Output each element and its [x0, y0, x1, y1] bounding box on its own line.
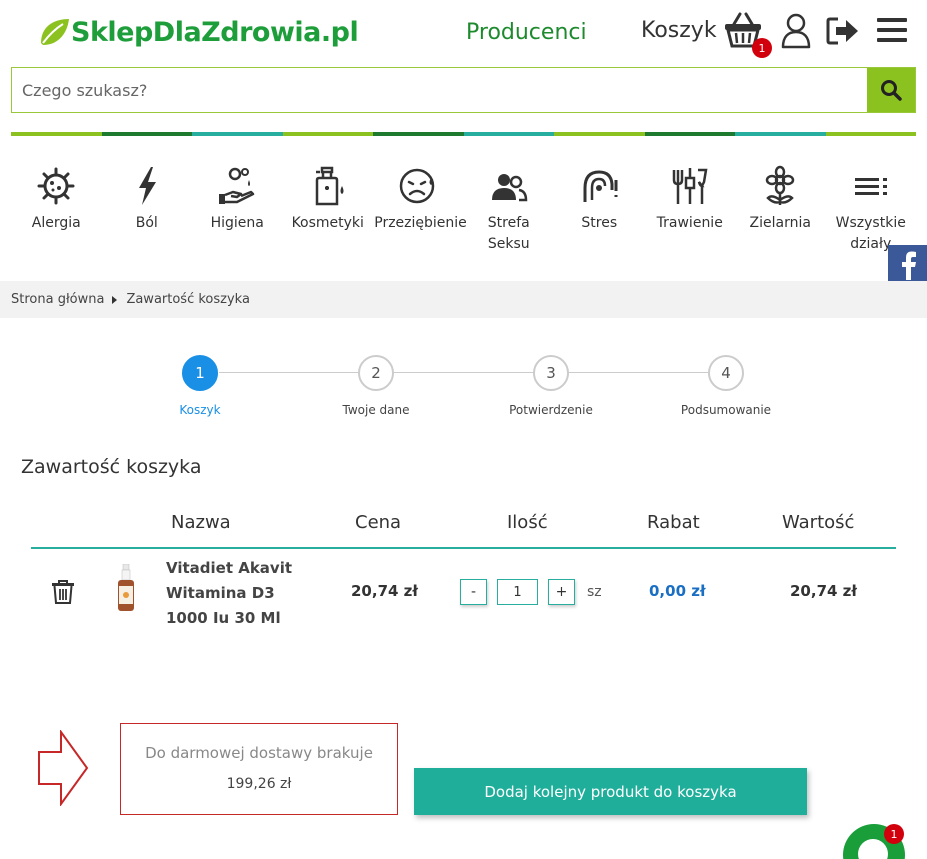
- free-delivery-box: Do darmowej dostawy brakuje 199,26 zł: [120, 723, 398, 815]
- stripe-segment: [101, 132, 192, 136]
- logout-icon[interactable]: [826, 16, 860, 46]
- stripe-segment: [192, 132, 283, 136]
- cart-link-label[interactable]: Koszyk: [641, 18, 717, 43]
- product-price: 20,74 zł: [351, 582, 418, 600]
- breadcrumb-separator-icon: [112, 295, 118, 304]
- product-thumbnail[interactable]: [116, 564, 136, 612]
- category-label: Kosmetyki: [291, 215, 364, 231]
- category-zielarnia[interactable]: Zielarnia: [735, 164, 826, 255]
- stripe-segment: [825, 132, 916, 136]
- category-kosmetyki[interactable]: Kosmetyki: [283, 164, 374, 255]
- facebook-button[interactable]: [888, 245, 927, 285]
- chat-unread-badge: 1: [884, 824, 904, 844]
- column-header-price: Cena: [355, 512, 402, 533]
- breadcrumb: Strona główna Zawartość koszyka: [0, 281, 927, 318]
- trash-icon[interactable]: [52, 580, 74, 604]
- category-label: Strefa Seksu: [487, 215, 530, 252]
- category-nav: Alergia Ból Higiena Kosmetyki Przeziębie…: [11, 164, 916, 255]
- stripe-segment: [463, 132, 554, 136]
- category-trawienie[interactable]: Trawienie: [645, 164, 736, 255]
- category-wszystkie[interactable]: Wszystkie działy: [826, 164, 917, 255]
- category-label: Higiena: [210, 215, 264, 231]
- step-4-circle: 4: [708, 355, 744, 391]
- step-3-label: Potwierdzenie: [509, 403, 593, 417]
- category-higiena[interactable]: Higiena: [192, 164, 283, 255]
- stripe-segment: [11, 132, 102, 136]
- step-4-label: Podsumowanie: [680, 403, 772, 417]
- arrow-right-icon: [38, 730, 89, 806]
- qty-increment-button[interactable]: +: [548, 579, 575, 605]
- step-3-circle: 3: [533, 355, 569, 391]
- list-icon: [854, 178, 887, 195]
- category-label: Zielarnia: [749, 215, 811, 231]
- color-stripe: [11, 132, 916, 136]
- column-header-discount: Rabat: [647, 512, 700, 533]
- producers-link[interactable]: Producenci: [466, 20, 587, 45]
- table-header-divider: [31, 547, 896, 549]
- search-bar: [11, 67, 916, 113]
- qty-input[interactable]: 1: [497, 579, 538, 605]
- stripe-segment: [373, 132, 464, 136]
- column-header-value: Wartość: [782, 512, 855, 533]
- cart-title: Zawartość koszyka: [21, 456, 202, 478]
- category-strefa-seksu[interactable]: Strefa Seksu: [464, 164, 555, 255]
- stress-head-icon: [583, 170, 618, 202]
- couple-icon: [491, 174, 528, 202]
- cutlery-icon: [672, 168, 708, 204]
- step-1-label: Koszyk: [179, 403, 221, 417]
- column-header-name: Nazwa: [171, 512, 231, 533]
- stripe-segment: [282, 132, 373, 136]
- category-stres[interactable]: Stres: [554, 164, 645, 255]
- step-2-label: Twoje dane: [342, 403, 410, 417]
- free-delivery-label: Do darmowej dostawy brakuje: [145, 744, 373, 762]
- step-1-circle: 1: [182, 355, 218, 391]
- qty-unit: sz: [587, 584, 602, 600]
- qty-decrement-button[interactable]: -: [460, 579, 487, 605]
- search-input[interactable]: [12, 68, 867, 112]
- category-label: Alergia: [31, 215, 81, 231]
- column-header-qty: Ilość: [507, 512, 548, 533]
- sick-face-icon: [400, 168, 435, 204]
- stripe-segment: [554, 132, 645, 136]
- search-icon: [881, 80, 902, 101]
- category-przeziebienie[interactable]: Przeziębienie: [373, 164, 467, 255]
- leaf-logo-icon: [41, 19, 69, 45]
- category-label: Przeziębienie: [374, 215, 467, 231]
- stripe-segment: [644, 132, 735, 136]
- category-alergia[interactable]: Alergia: [11, 164, 102, 255]
- logo[interactable]: SklepDlaZdrowia.pl: [37, 12, 359, 52]
- category-label: Trawienie: [656, 215, 723, 231]
- add-another-product-button[interactable]: Dodaj kolejny produkt do koszyka: [414, 768, 807, 815]
- cosmetic-bottle-icon: [315, 166, 344, 206]
- virus-icon: [37, 167, 75, 205]
- product-discount: 0,00 zł: [649, 582, 706, 600]
- flower-icon: [766, 165, 795, 205]
- search-button[interactable]: [867, 68, 915, 112]
- logo-text: SklepDlaZdrowia.pl: [71, 16, 359, 48]
- cart-count-badge: 1: [752, 38, 772, 58]
- category-label: Ból: [135, 215, 158, 231]
- facebook-icon: [901, 251, 916, 280]
- category-label: Stres: [581, 215, 618, 231]
- product-value: 20,74 zł: [790, 582, 857, 600]
- stripe-segment: [735, 132, 826, 136]
- free-delivery-amount: 199,26 zł: [226, 776, 292, 792]
- breadcrumb-current: Zawartość koszyka: [126, 292, 250, 307]
- breadcrumb-home[interactable]: Strona główna: [11, 292, 104, 307]
- hamburger-menu-icon[interactable]: [877, 17, 907, 43]
- lightning-icon: [138, 167, 156, 205]
- steps-line: [219, 372, 724, 373]
- page: SklepDlaZdrowia.pl Producenci Koszyk 1 C…: [0, 0, 927, 859]
- step-2-circle: 2: [358, 355, 394, 391]
- product-name[interactable]: Vitadiet Akavit Witamina D3 1000 Iu 30 M…: [166, 556, 306, 631]
- category-bol[interactable]: Ból: [102, 164, 193, 255]
- user-icon[interactable]: [780, 13, 812, 49]
- hand-wash-icon: [219, 167, 255, 204]
